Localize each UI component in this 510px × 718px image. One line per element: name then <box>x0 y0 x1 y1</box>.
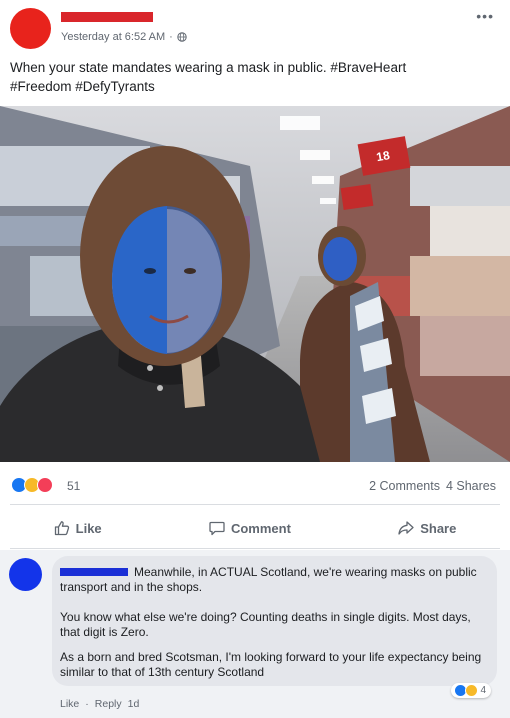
love-icon <box>37 477 53 493</box>
post-photo[interactable]: 18 <box>0 106 510 462</box>
post-caption: When your state mandates wearing a mask … <box>10 58 490 96</box>
poster-name-redacted[interactable] <box>61 12 153 22</box>
ellipsis-icon[interactable]: ••• <box>476 8 494 24</box>
globe-icon <box>177 32 187 42</box>
comments-count[interactable]: 2 Comments <box>369 479 440 493</box>
comment-icon <box>209 521 225 536</box>
comment-like-link[interactable]: Like <box>60 698 79 710</box>
post-header: Yesterday at 6:52 AM · ••• When your sta… <box>0 0 510 104</box>
comment-reaction-count: 4 <box>480 685 486 696</box>
comment-footer: Like · Reply 1d <box>60 698 139 710</box>
share-icon <box>398 521 414 535</box>
comment-paragraph-2: You know what else we're doing? Counting… <box>60 610 471 639</box>
post-actions: Like Comment Share <box>0 510 510 546</box>
commenter-avatar[interactable] <box>9 558 42 591</box>
divider-bottom <box>10 548 500 549</box>
share-label: Share <box>420 520 457 536</box>
engagement-counts: 2 Comments 4 Shares <box>369 479 496 493</box>
photo-illustration: 18 <box>0 106 510 462</box>
share-button[interactable]: Share <box>384 514 470 542</box>
post-meta: Yesterday at 6:52 AM · <box>61 31 187 43</box>
comment-section: Meanwhile, in ACTUAL Scotland, we're wea… <box>0 550 510 718</box>
caption-line-2: #Freedom #DefyTyrants <box>10 79 155 94</box>
shares-count[interactable]: 4 Shares <box>446 479 496 493</box>
reactions-bar: 51 2 Comments 4 Shares <box>0 470 510 502</box>
comment-paragraph-3: As a born and bred Scotsman, I'm looking… <box>60 650 482 679</box>
comment-reactions[interactable]: 4 <box>451 683 491 698</box>
comment-bubble: Meanwhile, in ACTUAL Scotland, we're wea… <box>52 556 497 698</box>
comment-reply-link[interactable]: Reply <box>95 698 122 710</box>
comment-label: Comment <box>230 520 291 536</box>
poster-avatar[interactable] <box>10 8 51 49</box>
comment-paragraph-1: Meanwhile, in ACTUAL Scotland, we're wea… <box>60 565 477 594</box>
footer-dot-1: · <box>85 698 89 710</box>
post-timestamp[interactable]: Yesterday at 6:52 AM <box>61 31 165 43</box>
divider-top <box>10 504 500 505</box>
caption-line-1: When your state mandates wearing a mask … <box>10 60 407 75</box>
like-button[interactable]: Like <box>40 514 116 542</box>
haha-icon <box>465 684 479 697</box>
comment-button[interactable]: Comment <box>195 514 305 542</box>
thumbs-up-icon <box>54 521 69 536</box>
reaction-count[interactable]: 51 <box>67 479 80 493</box>
aisle-sign-number: 18 <box>375 148 391 164</box>
meta-separator: · <box>169 31 173 43</box>
like-label: Like <box>75 520 102 536</box>
comment-age[interactable]: 1d <box>128 698 140 710</box>
